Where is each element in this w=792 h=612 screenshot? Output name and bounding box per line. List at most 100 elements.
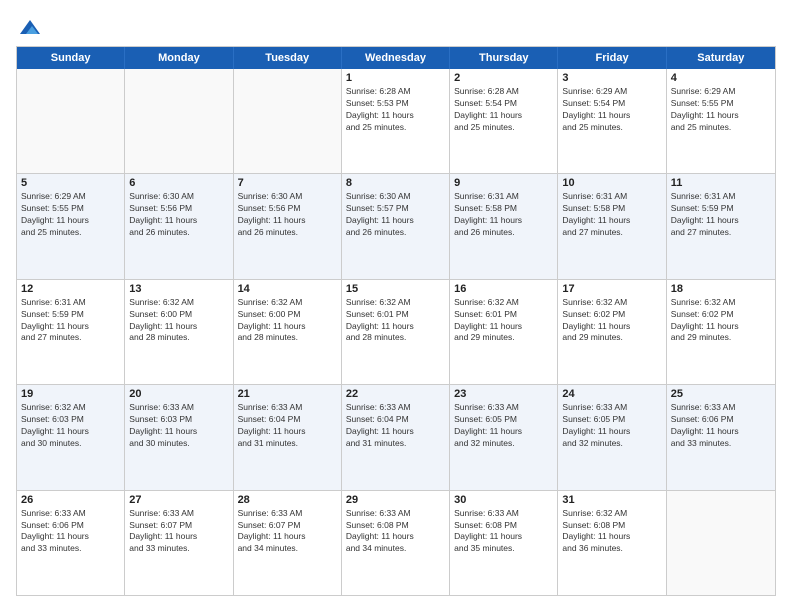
cell-line: Daylight: 11 hours (671, 426, 771, 438)
cell-line: Daylight: 11 hours (562, 110, 661, 122)
cell-line: Daylight: 11 hours (562, 531, 661, 543)
cell-line: Sunset: 6:08 PM (562, 520, 661, 532)
day-number: 19 (21, 388, 120, 400)
cell-line: Daylight: 11 hours (454, 531, 553, 543)
calendar-cell-r0c6: 4Sunrise: 6:29 AMSunset: 5:55 PMDaylight… (667, 69, 775, 173)
cell-line: Sunset: 6:01 PM (454, 309, 553, 321)
weekday-header-monday: Monday (125, 47, 233, 69)
day-number: 3 (562, 72, 661, 84)
cell-line: Sunrise: 6:33 AM (238, 402, 337, 414)
day-number: 4 (671, 72, 771, 84)
day-number: 16 (454, 283, 553, 295)
cell-line: Daylight: 11 hours (129, 321, 228, 333)
cell-line: Sunrise: 6:33 AM (454, 508, 553, 520)
calendar-cell-r4c5: 31Sunrise: 6:32 AMSunset: 6:08 PMDayligh… (558, 491, 666, 595)
cell-line: and 29 minutes. (454, 332, 553, 344)
calendar-cell-r1c0: 5Sunrise: 6:29 AMSunset: 5:55 PMDaylight… (17, 174, 125, 278)
day-number: 6 (129, 177, 228, 189)
cell-line: Daylight: 11 hours (21, 321, 120, 333)
calendar-cell-r2c4: 16Sunrise: 6:32 AMSunset: 6:01 PMDayligh… (450, 280, 558, 384)
cell-line: and 25 minutes. (562, 122, 661, 134)
calendar: SundayMondayTuesdayWednesdayThursdayFrid… (16, 46, 776, 596)
day-number: 11 (671, 177, 771, 189)
cell-line: Sunset: 6:01 PM (346, 309, 445, 321)
cell-line: Sunrise: 6:30 AM (346, 191, 445, 203)
day-number: 18 (671, 283, 771, 295)
cell-line: Sunrise: 6:32 AM (238, 297, 337, 309)
day-number: 28 (238, 494, 337, 506)
cell-line: Sunrise: 6:33 AM (129, 402, 228, 414)
cell-line: Daylight: 11 hours (671, 110, 771, 122)
cell-line: Sunrise: 6:31 AM (671, 191, 771, 203)
cell-line: and 28 minutes. (129, 332, 228, 344)
cell-line: Sunrise: 6:33 AM (346, 402, 445, 414)
cell-line: Daylight: 11 hours (454, 426, 553, 438)
calendar-cell-r2c0: 12Sunrise: 6:31 AMSunset: 5:59 PMDayligh… (17, 280, 125, 384)
calendar-cell-r2c6: 18Sunrise: 6:32 AMSunset: 6:02 PMDayligh… (667, 280, 775, 384)
calendar-cell-r4c4: 30Sunrise: 6:33 AMSunset: 6:08 PMDayligh… (450, 491, 558, 595)
calendar-cell-r1c2: 7Sunrise: 6:30 AMSunset: 5:56 PMDaylight… (234, 174, 342, 278)
day-number: 22 (346, 388, 445, 400)
cell-line: Sunset: 6:08 PM (454, 520, 553, 532)
cell-line: Daylight: 11 hours (454, 110, 553, 122)
cell-line: Daylight: 11 hours (562, 426, 661, 438)
cell-line: and 36 minutes. (562, 543, 661, 555)
cell-line: and 26 minutes. (346, 227, 445, 239)
day-number: 17 (562, 283, 661, 295)
cell-line: Sunrise: 6:32 AM (129, 297, 228, 309)
calendar-cell-r4c3: 29Sunrise: 6:33 AMSunset: 6:08 PMDayligh… (342, 491, 450, 595)
cell-line: Sunset: 6:06 PM (21, 520, 120, 532)
day-number: 20 (129, 388, 228, 400)
cell-line: and 33 minutes. (129, 543, 228, 555)
cell-line: and 26 minutes. (454, 227, 553, 239)
calendar-cell-r2c3: 15Sunrise: 6:32 AMSunset: 6:01 PMDayligh… (342, 280, 450, 384)
cell-line: Daylight: 11 hours (238, 426, 337, 438)
logo-icon (18, 16, 42, 40)
cell-line: Sunrise: 6:28 AM (346, 86, 445, 98)
cell-line: Daylight: 11 hours (129, 426, 228, 438)
cell-line: and 28 minutes. (346, 332, 445, 344)
cell-line: and 32 minutes. (454, 438, 553, 450)
calendar-header: SundayMondayTuesdayWednesdayThursdayFrid… (17, 47, 775, 69)
cell-line: and 27 minutes. (562, 227, 661, 239)
calendar-cell-r3c1: 20 Sunrise: 6:33 AMSunset: 6:03 PMDayligh… (125, 385, 233, 489)
calendar-cell-r1c3: 8Sunrise: 6:30 AMSunset: 5:57 PMDaylight… (342, 174, 450, 278)
calendar-cell-r1c4: 9Sunrise: 6:31 AMSunset: 5:58 PMDaylight… (450, 174, 558, 278)
cell-line: Sunrise: 6:33 AM (671, 402, 771, 414)
cell-line: Sunset: 6:02 PM (671, 309, 771, 321)
cell-line: Sunset: 6:03 PM (129, 414, 228, 426)
calendar-cell-r0c3: 1Sunrise: 6:28 AMSunset: 5:53 PMDaylight… (342, 69, 450, 173)
calendar-cell-r4c1: 27Sunrise: 6:33 AMSunset: 6:07 PMDayligh… (125, 491, 233, 595)
cell-line: Daylight: 11 hours (562, 321, 661, 333)
cell-line: and 31 minutes. (346, 438, 445, 450)
cell-line: Sunrise: 6:33 AM (562, 402, 661, 414)
cell-line: Sunset: 6:05 PM (454, 414, 553, 426)
calendar-cell-r1c6: 11Sunrise: 6:31 AMSunset: 5:59 PMDayligh… (667, 174, 775, 278)
calendar-row-1: 1Sunrise: 6:28 AMSunset: 5:53 PMDaylight… (17, 69, 775, 174)
weekday-header-friday: Friday (558, 47, 666, 69)
weekday-header-saturday: Saturday (667, 47, 775, 69)
cell-line: Sunset: 6:08 PM (346, 520, 445, 532)
cell-line: Daylight: 11 hours (454, 321, 553, 333)
cell-line: and 35 minutes. (454, 543, 553, 555)
day-number: 5 (21, 177, 120, 189)
cell-line: and 34 minutes. (238, 543, 337, 555)
cell-line: Sunset: 5:55 PM (21, 203, 120, 215)
day-number: 29 (346, 494, 445, 506)
cell-line: and 32 minutes. (562, 438, 661, 450)
cell-line: and 28 minutes. (238, 332, 337, 344)
day-number: 21 (238, 388, 337, 400)
cell-line: and 29 minutes. (671, 332, 771, 344)
calendar-cell-r3c6: 25Sunrise: 6:33 AMSunset: 6:06 PMDayligh… (667, 385, 775, 489)
cell-line: Sunset: 5:54 PM (454, 98, 553, 110)
calendar-cell-r2c2: 14Sunrise: 6:32 AMSunset: 6:00 PMDayligh… (234, 280, 342, 384)
cell-line: Sunset: 5:57 PM (346, 203, 445, 215)
cell-line: Daylight: 11 hours (562, 215, 661, 227)
calendar-cell-r0c2 (234, 69, 342, 173)
cell-line: and 33 minutes. (671, 438, 771, 450)
calendar-cell-r4c2: 28Sunrise: 6:33 AMSunset: 6:07 PMDayligh… (234, 491, 342, 595)
cell-line: Daylight: 11 hours (346, 531, 445, 543)
cell-line: Sunrise: 6:31 AM (454, 191, 553, 203)
cell-line: and 30 minutes. (21, 438, 120, 450)
cell-line: and 30 minutes. (129, 438, 228, 450)
